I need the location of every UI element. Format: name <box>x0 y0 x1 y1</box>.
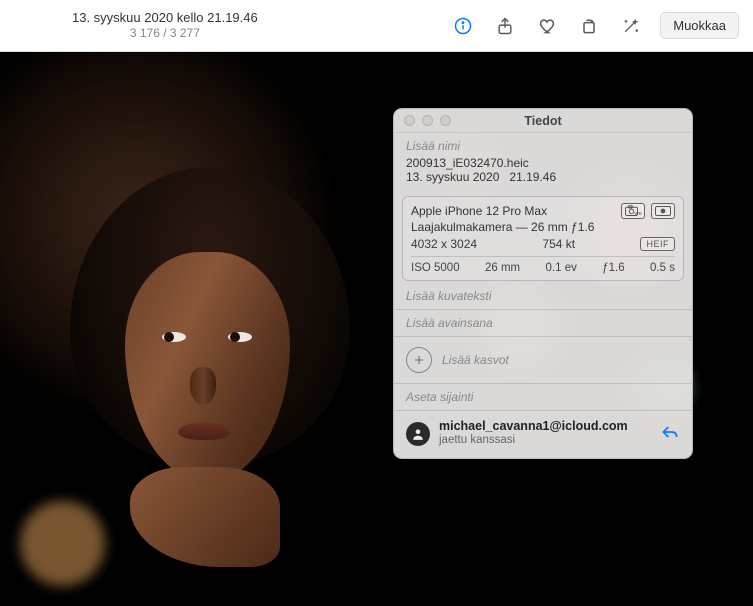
share-icon <box>495 16 515 36</box>
format-badge: HEIF <box>640 237 675 251</box>
camera-info-box: Apple iPhone 12 Pro Max Laajakulmakamera… <box>402 196 684 281</box>
window-controls[interactable] <box>394 115 451 126</box>
exif-aperture: ƒ1.6 <box>602 262 624 274</box>
camera-device: Apple iPhone 12 Pro Max <box>411 203 594 219</box>
caption-section: Lisää kuvateksti <box>394 283 692 309</box>
info-icon <box>453 16 473 36</box>
info-panel: Tiedot Lisää nimi 200913_iE032470.heic 1… <box>393 108 693 459</box>
location-section: Aseta sijainti <box>394 384 692 410</box>
shared-subtitle: jaettu kanssasi <box>439 434 651 448</box>
camera-lens: Laajakulmakamera — 26 mm ƒ1.6 <box>411 219 594 235</box>
add-caption-field[interactable]: Lisää kuvateksti <box>406 289 680 303</box>
add-faces-label[interactable]: Lisää kasvot <box>442 353 509 367</box>
svg-text:WB: WB <box>635 211 642 216</box>
heart-icon <box>537 16 557 36</box>
exif-shutter: 0.5 s <box>650 262 675 274</box>
add-face-button[interactable] <box>406 347 432 373</box>
photo-subject <box>70 167 350 537</box>
toolbar-actions: Muokkaa <box>442 9 739 43</box>
photo-date: 13. syyskuu 2020 kello 21.19.46 <box>72 10 258 26</box>
wand-icon <box>621 16 641 36</box>
filesize-label: 754 kt <box>542 237 575 251</box>
reply-button[interactable] <box>660 422 680 445</box>
exif-row: ISO 5000 26 mm 0.1 ev ƒ1.6 0.5 s <box>411 256 675 274</box>
close-icon[interactable] <box>404 115 415 126</box>
shared-email: michael_cavanna1@icloud.com <box>439 419 651 434</box>
metering-icon <box>651 203 675 219</box>
exif-focal: 26 mm <box>485 262 520 274</box>
zoom-icon[interactable] <box>440 115 451 126</box>
title-section: Lisää nimi 200913_iE032470.heic 13. syys… <box>394 133 692 190</box>
edit-button[interactable]: Muokkaa <box>660 12 739 39</box>
person-icon <box>411 427 425 441</box>
reply-icon <box>660 422 680 442</box>
set-location-field[interactable]: Aseta sijainti <box>406 390 680 404</box>
enhance-button[interactable] <box>610 9 652 43</box>
capture-time: 21.19.46 <box>509 170 556 184</box>
faces-section: Lisää kasvot <box>394 337 692 383</box>
exif-ev: 0.1 ev <box>546 262 577 274</box>
avatar <box>406 422 430 446</box>
shared-with-you-row[interactable]: michael_cavanna1@icloud.com jaettu kanss… <box>394 411 692 458</box>
photo-counter: 3 176 / 3 277 <box>130 26 200 41</box>
plus-icon <box>412 353 426 367</box>
share-button[interactable] <box>484 9 526 43</box>
keyword-section: Lisää avainsana <box>394 310 692 336</box>
exif-iso: ISO 5000 <box>411 262 460 274</box>
whitebalance-icon: WB <box>621 203 645 219</box>
add-title-field[interactable]: Lisää nimi <box>406 139 680 153</box>
toolbar: 13. syyskuu 2020 kello 21.19.46 3 176 / … <box>0 0 753 52</box>
info-button[interactable] <box>442 9 484 43</box>
photo-date-counter: 13. syyskuu 2020 kello 21.19.46 3 176 / … <box>14 10 258 41</box>
rotate-button[interactable] <box>568 9 610 43</box>
favorite-button[interactable] <box>526 9 568 43</box>
rotate-icon <box>579 16 599 36</box>
minimize-icon[interactable] <box>422 115 433 126</box>
capture-date: 13. syyskuu 2020 <box>406 170 499 184</box>
add-keyword-field[interactable]: Lisää avainsana <box>406 316 680 330</box>
filename-label: 200913_iE032470.heic <box>406 156 529 170</box>
panel-titlebar[interactable]: Tiedot <box>394 109 692 133</box>
dimensions-label: 4032 x 3024 <box>411 237 477 251</box>
